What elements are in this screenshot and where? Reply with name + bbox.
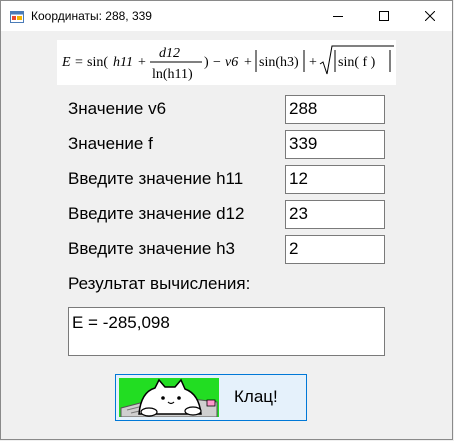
app-window: Координаты: 288, 339 E = sin( h11 + d12 bbox=[0, 0, 453, 440]
d12-input[interactable]: 23 bbox=[285, 200, 385, 229]
label-f: Значение f bbox=[68, 134, 153, 153]
formula-abs: sin(h3) bbox=[259, 55, 299, 70]
label-h11: Введите значение h11 bbox=[68, 169, 244, 188]
formula-plus-2: + bbox=[244, 55, 252, 70]
formula-equals: = bbox=[75, 55, 83, 70]
formula-sin: sin( bbox=[87, 55, 108, 70]
formula-sqrt-inner: sin( f ) bbox=[338, 55, 376, 70]
v6-field[interactable]: 288 bbox=[285, 95, 385, 124]
klac-button[interactable]: Клац! bbox=[115, 374, 307, 421]
h3-input[interactable]: 2 bbox=[285, 235, 385, 264]
formula-denominator: ln(h11) bbox=[152, 67, 193, 82]
close-icon bbox=[425, 11, 435, 21]
formula-v6: v6 bbox=[225, 55, 238, 70]
formula-plus-3: + bbox=[309, 55, 317, 70]
label-d12: Введите значение d12 bbox=[68, 204, 245, 223]
app-window-icon bbox=[10, 10, 24, 23]
bongo-cat-image bbox=[119, 378, 219, 418]
maximize-button[interactable] bbox=[361, 1, 407, 31]
formula-plus: + bbox=[138, 55, 146, 70]
minimize-icon bbox=[333, 16, 343, 17]
close-button[interactable] bbox=[407, 1, 453, 31]
minimize-button[interactable] bbox=[315, 1, 361, 31]
klac-button-label: Клац! bbox=[234, 387, 278, 406]
maximize-icon bbox=[379, 11, 389, 21]
formula-lhs: E bbox=[61, 55, 71, 70]
label-h3: Введите значение h3 bbox=[68, 239, 235, 258]
formula-image: E = sin( h11 + d12 ln(h11) ) − v6 + sin(… bbox=[57, 40, 396, 85]
window-title: Координаты: 288, 339 bbox=[31, 9, 152, 23]
formula-close-paren: ) bbox=[204, 55, 209, 70]
title-bar[interactable]: Координаты: 288, 339 bbox=[1, 1, 452, 31]
result-label: Результат вычисления: bbox=[68, 274, 251, 293]
h11-input[interactable]: 12 bbox=[285, 165, 385, 194]
f-field[interactable]: 339 bbox=[285, 130, 385, 159]
formula-h11: h11 bbox=[113, 55, 133, 70]
formula-minus: − bbox=[213, 55, 221, 70]
label-v6: Значение v6 bbox=[68, 99, 167, 118]
result-output[interactable]: E = -285,098 bbox=[68, 307, 385, 356]
formula-numerator: d12 bbox=[159, 46, 180, 61]
